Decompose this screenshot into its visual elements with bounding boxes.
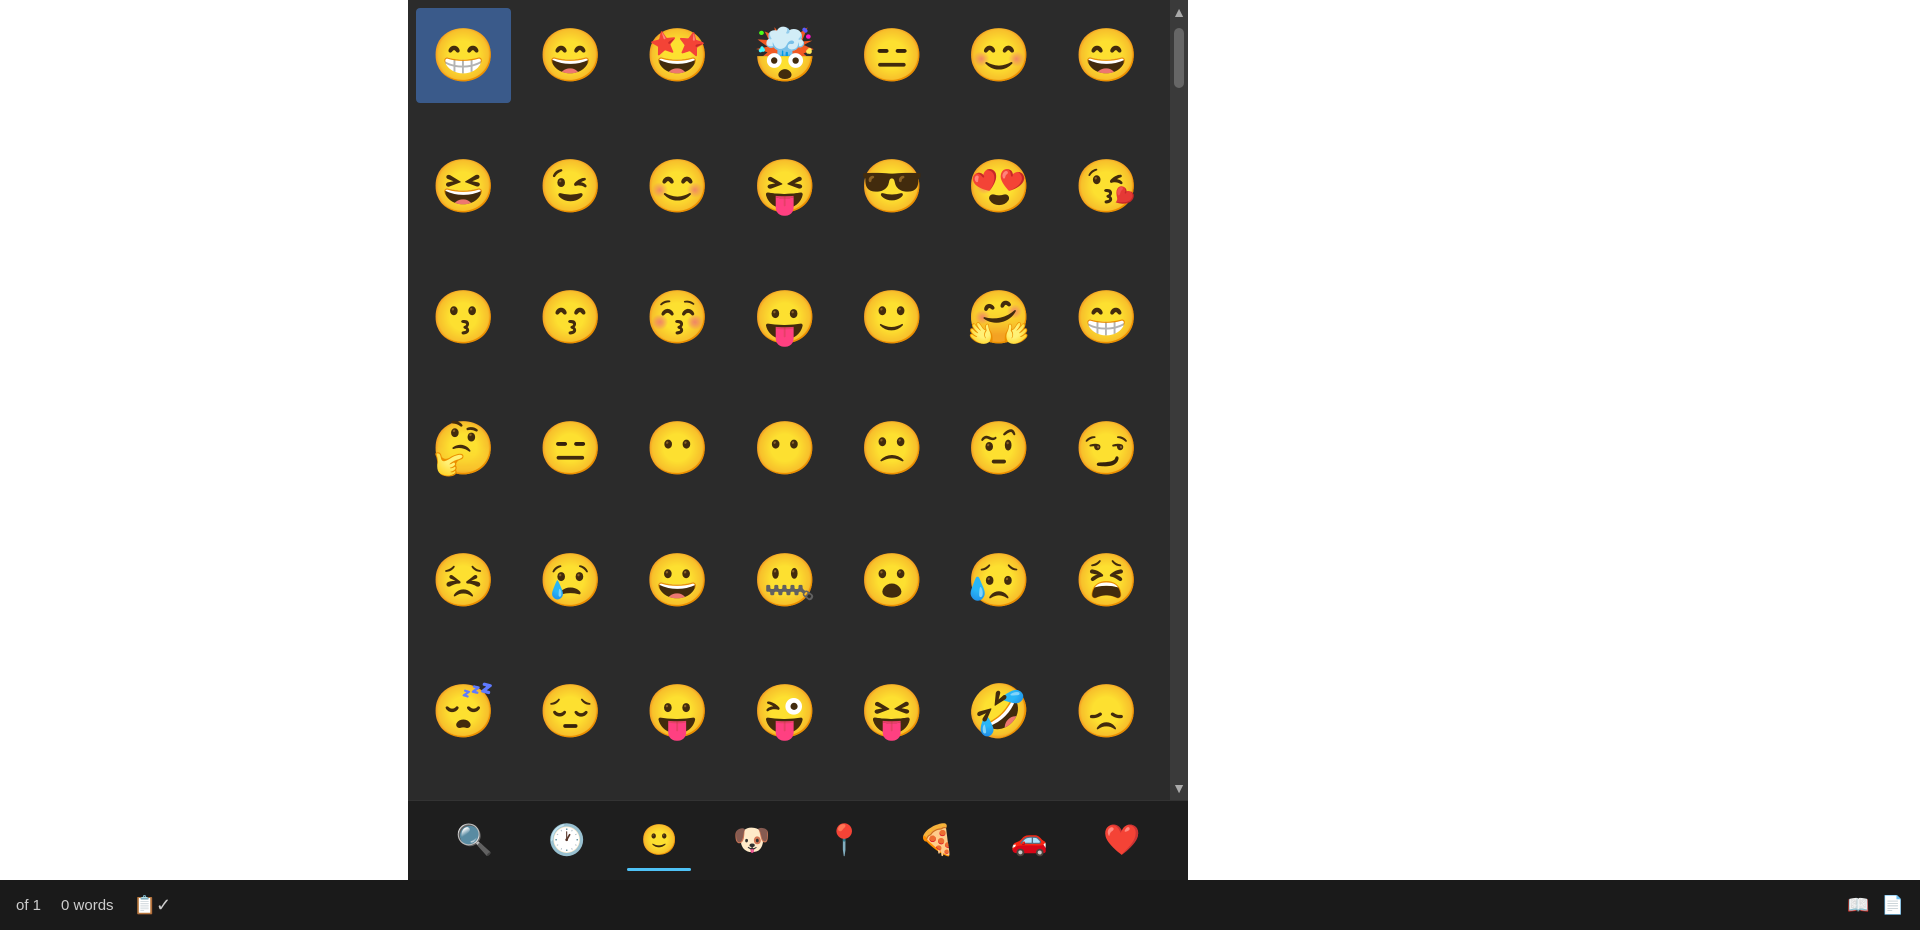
scroll-thumb[interactable]	[1174, 28, 1184, 88]
emoji-cell[interactable]: 😉	[523, 139, 618, 234]
emoji-cell[interactable]: 😞	[1059, 665, 1154, 760]
emoji-cell[interactable]: 😣	[416, 533, 511, 628]
emoji-cell[interactable]: 🙂	[845, 271, 940, 366]
emoji-cell[interactable]: 🤯	[737, 8, 832, 103]
category-food[interactable]: 🍕	[897, 811, 977, 871]
emoji-cell[interactable]: 🤩	[630, 8, 725, 103]
page-view-icon[interactable]: 📄	[1882, 895, 1904, 916]
emoji-picker: ▲ ▼ 😁😄🤩🤯😑😊😄😆😉😊😝😎😍😘😗😙😚😛🙂🤗😁🤔😑😶😶🙁🤨😏😣😢😀🤐😮😥😫😴…	[408, 0, 1188, 880]
emoji-cell[interactable]: 😮	[845, 533, 940, 628]
word-count: 0 words	[61, 897, 114, 914]
emoji-grid: 😁😄🤩🤯😑😊😄😆😉😊😝😎😍😘😗😙😚😛🙂🤗😁🤔😑😶😶🙁🤨😏😣😢😀🤐😮😥😫😴😔😛😜😝…	[408, 0, 1188, 800]
emoji-cell[interactable]: 😊	[630, 139, 725, 234]
emoji-cell[interactable]: 😶	[737, 402, 832, 497]
emoji-cell[interactable]: 😁	[416, 8, 511, 103]
page-info: of 1	[16, 897, 41, 914]
emoji-cell[interactable]: 😑	[845, 8, 940, 103]
category-objects[interactable]: 🚗	[989, 811, 1069, 871]
emoji-cell[interactable]: 😴	[416, 665, 511, 760]
emoji-cell[interactable]: 😎	[845, 139, 940, 234]
emoji-cell[interactable]: 😁	[1059, 271, 1154, 366]
emoji-cell[interactable]: 😍	[952, 139, 1047, 234]
emoji-cell[interactable]: 😗	[416, 271, 511, 366]
emoji-cell[interactable]: 😘	[1059, 139, 1154, 234]
category-smileys[interactable]: 🙂	[619, 811, 699, 871]
scroll-track: ▲ ▼	[1170, 0, 1188, 800]
status-bar-right: 📖 📄	[1847, 895, 1904, 916]
emoji-categories: 🔍🕐🙂🐶📍🍕🚗❤️	[408, 800, 1188, 880]
emoji-cell[interactable]: 😥	[952, 533, 1047, 628]
emoji-cell[interactable]: 😙	[523, 271, 618, 366]
emoji-cell[interactable]: 😊	[952, 8, 1047, 103]
emoji-cell[interactable]: 😆	[416, 139, 511, 234]
emoji-cell[interactable]: 😝	[845, 665, 940, 760]
emoji-cell[interactable]: 😝	[737, 139, 832, 234]
emoji-cell[interactable]: 😛	[737, 271, 832, 366]
emoji-cell[interactable]: 😛	[630, 665, 725, 760]
scroll-up-arrow[interactable]: ▲	[1168, 0, 1190, 24]
emoji-cell[interactable]: 😏	[1059, 402, 1154, 497]
emoji-cell[interactable]: 😀	[630, 533, 725, 628]
category-places[interactable]: 📍	[804, 811, 884, 871]
emoji-cell[interactable]: 🤣	[952, 665, 1047, 760]
emoji-cell[interactable]: 🙁	[845, 402, 940, 497]
category-animals[interactable]: 🐶	[712, 811, 792, 871]
book-view-icon[interactable]: 📖	[1847, 895, 1869, 916]
category-search[interactable]: 🔍	[434, 811, 514, 871]
emoji-cell[interactable]: 😔	[523, 665, 618, 760]
emoji-cell[interactable]: 🤔	[416, 402, 511, 497]
emoji-cell[interactable]: 😄	[1059, 8, 1154, 103]
status-bar: of 1 0 words 📋✓ 📖 📄	[0, 880, 1920, 930]
emoji-cell[interactable]: 🤨	[952, 402, 1047, 497]
category-recent[interactable]: 🕐	[527, 811, 607, 871]
scroll-down-arrow[interactable]: ▼	[1168, 776, 1190, 800]
category-symbols[interactable]: ❤️	[1082, 811, 1162, 871]
emoji-cell[interactable]: 😶	[630, 402, 725, 497]
spell-check-icon[interactable]: 📋✓	[134, 895, 172, 916]
emoji-cell[interactable]: 🤐	[737, 533, 832, 628]
emoji-cell[interactable]: 😚	[630, 271, 725, 366]
emoji-cell[interactable]: 😑	[523, 402, 618, 497]
emoji-cell[interactable]: 😢	[523, 533, 618, 628]
emoji-cell[interactable]: 🤗	[952, 271, 1047, 366]
emoji-cell[interactable]: 😄	[523, 8, 618, 103]
emoji-cell[interactable]: 😜	[737, 665, 832, 760]
emoji-cell[interactable]: 😫	[1059, 533, 1154, 628]
